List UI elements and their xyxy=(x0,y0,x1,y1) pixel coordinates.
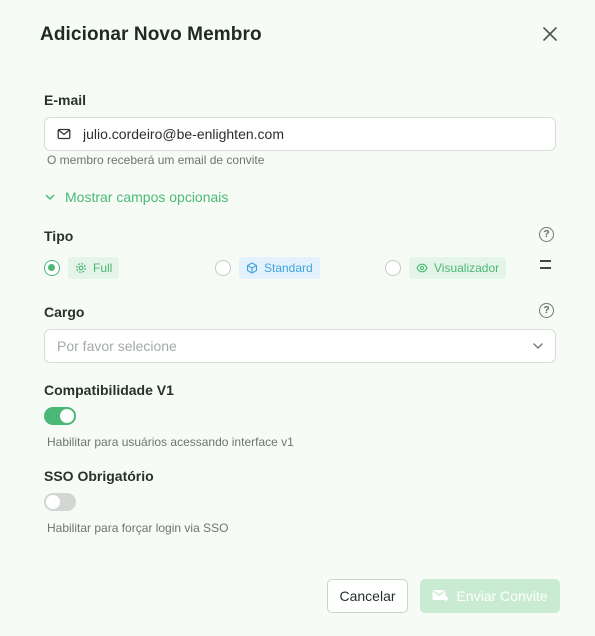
dialog-title: Adicionar Novo Membro xyxy=(40,24,262,45)
show-optional-fields-toggle[interactable]: Mostrar campos opcionais xyxy=(44,189,228,205)
mail-send-icon xyxy=(432,589,449,603)
tag-full: Full xyxy=(68,257,120,279)
menu-icon[interactable] xyxy=(540,260,551,269)
tag-visualizador-label: Visualizador xyxy=(434,261,500,275)
sso-label: SSO Obrigatório xyxy=(44,468,154,484)
cargo-select-placeholder: Por favor selecione xyxy=(57,338,177,354)
cargo-select[interactable]: Por favor selecione xyxy=(44,329,556,363)
sso-switch[interactable] xyxy=(44,493,76,511)
cargo-help-icon[interactable]: ? xyxy=(539,303,554,318)
cancel-button[interactable]: Cancelar xyxy=(327,579,408,613)
tipo-option-standard[interactable]: Standard xyxy=(215,257,320,279)
tipo-option-full[interactable]: Full xyxy=(44,257,120,279)
mail-icon xyxy=(57,127,71,141)
email-label: E-mail xyxy=(44,92,87,108)
tipo-help-icon[interactable]: ? xyxy=(539,227,554,242)
email-input[interactable] xyxy=(83,126,555,142)
radio-full[interactable] xyxy=(44,260,60,276)
switch-knob xyxy=(46,495,60,509)
send-invite-label: Enviar Convite xyxy=(456,588,548,604)
gear-icon xyxy=(75,262,87,274)
close-icon xyxy=(543,27,557,41)
tipo-label: Tipo xyxy=(44,228,74,244)
tag-visualizador: Visualizador xyxy=(409,257,507,279)
compat-hint: Habilitar para usuários acessando interf… xyxy=(47,435,294,449)
email-field[interactable] xyxy=(44,117,556,151)
tipo-option-visualizador[interactable]: Visualizador xyxy=(385,257,507,279)
compat-label: Compatibilidade V1 xyxy=(44,382,174,398)
radio-visualizador[interactable] xyxy=(385,260,401,276)
add-member-dialog: Adicionar Novo Membro E-mail O membro re… xyxy=(0,0,595,636)
radio-standard[interactable] xyxy=(215,260,231,276)
compat-v1-switch[interactable] xyxy=(44,407,76,425)
chevron-down-icon xyxy=(44,191,56,203)
email-hint: O membro receberá um email de convite xyxy=(47,153,265,167)
send-invite-button[interactable]: Enviar Convite xyxy=(420,579,560,613)
tag-standard-label: Standard xyxy=(264,261,313,275)
eye-icon xyxy=(416,262,428,274)
cargo-label: Cargo xyxy=(44,304,85,320)
chevron-down-icon xyxy=(531,339,545,353)
cube-icon xyxy=(246,262,258,274)
close-button[interactable] xyxy=(540,24,560,44)
sso-hint: Habilitar para forçar login via SSO xyxy=(47,521,229,535)
tag-standard: Standard xyxy=(239,257,320,279)
show-optional-fields-label: Mostrar campos opcionais xyxy=(65,189,229,205)
tag-full-label: Full xyxy=(93,261,113,275)
switch-knob xyxy=(60,409,74,423)
